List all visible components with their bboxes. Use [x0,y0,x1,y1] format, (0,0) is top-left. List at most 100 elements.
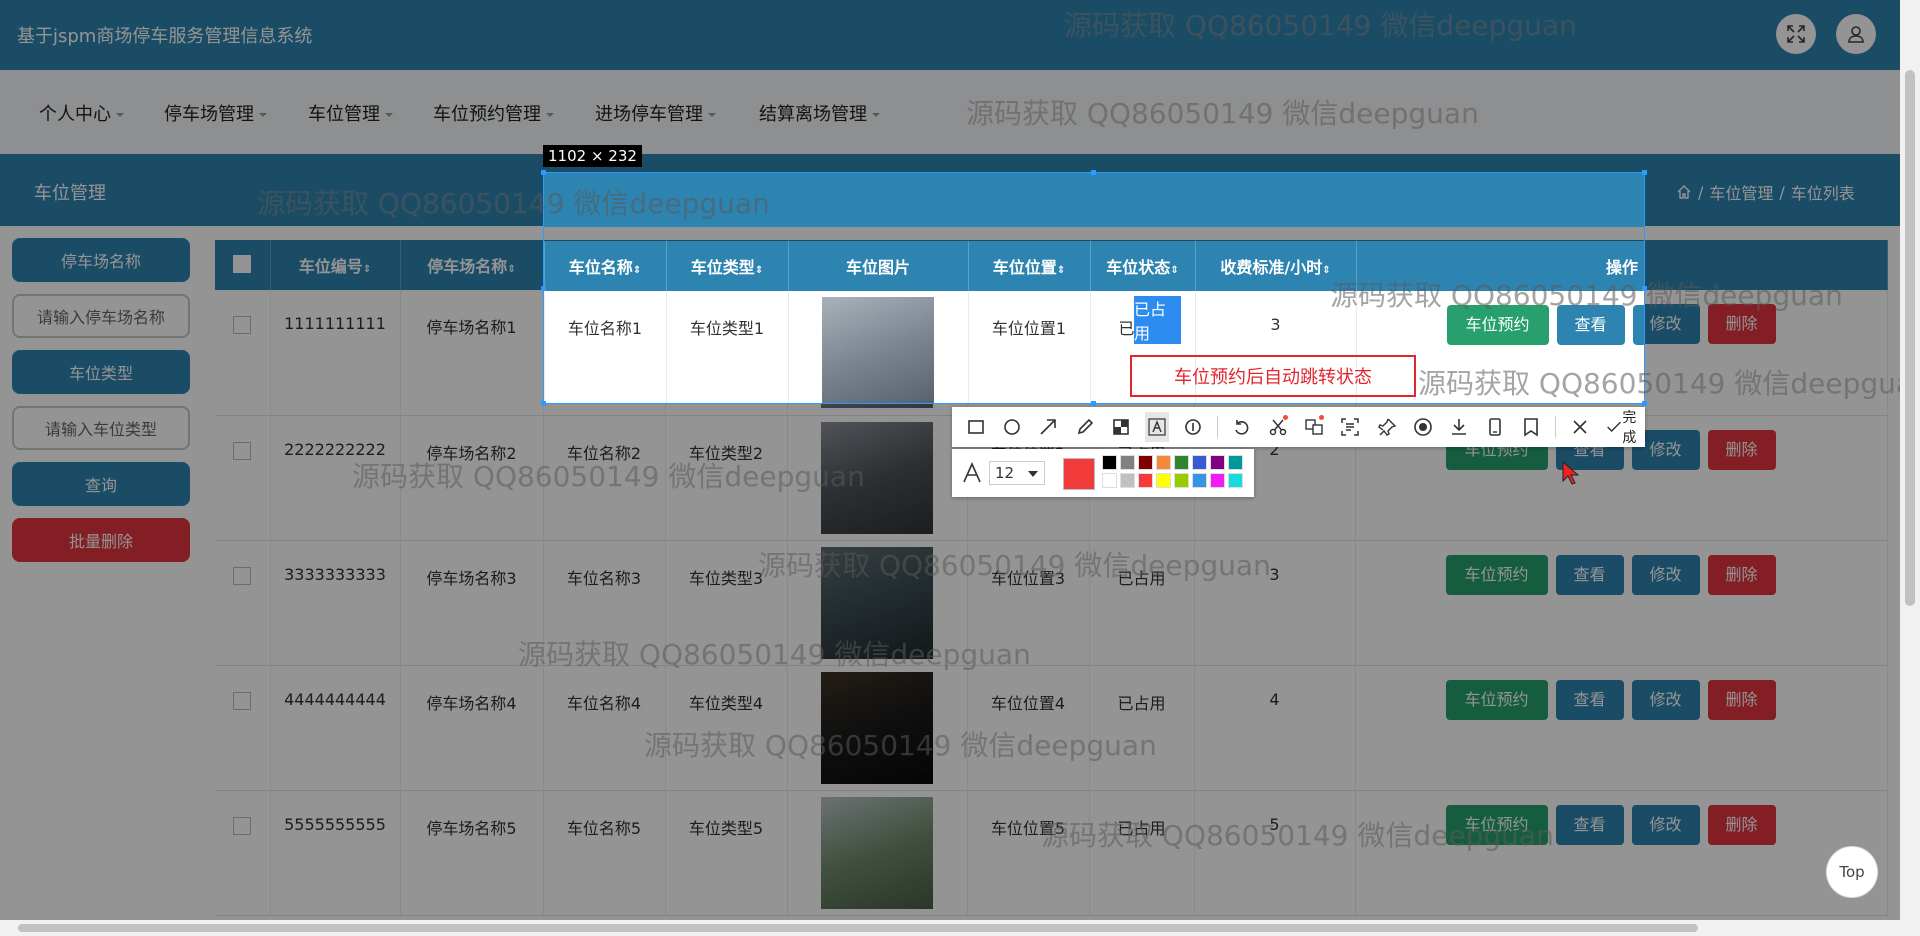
edit-button[interactable]: 修改 [1632,305,1644,345]
cut-icon[interactable] [1266,412,1290,442]
batch-delete-button[interactable]: 批量删除 [12,518,190,562]
resize-handle[interactable] [1091,170,1096,175]
ocr-icon[interactable] [1338,412,1362,442]
parking-lot-input[interactable]: 请输入停车场名称 [12,294,190,338]
resize-handle[interactable] [541,401,546,406]
row-checkbox[interactable] [233,316,252,334]
record-icon[interactable] [1411,412,1435,442]
delete-button[interactable]: 删除 [1707,679,1776,720]
vertical-scrollbar[interactable] [1900,0,1920,920]
circle-icon[interactable] [1000,412,1024,442]
color-swatch[interactable] [1102,455,1117,470]
fullscreen-icon[interactable] [1776,14,1816,54]
delete-button[interactable]: 删除 [1707,804,1776,845]
close-icon[interactable] [1568,412,1592,442]
color-swatch[interactable] [1228,473,1243,488]
scrollbar-thumb[interactable] [1905,70,1915,606]
edit-button[interactable]: 修改 [1631,804,1700,845]
col-space-type[interactable]: 车位类型⇕ [666,241,789,291]
current-color-swatch[interactable] [1063,458,1095,490]
back-to-top-button[interactable]: Top [1826,846,1878,898]
reserve-button[interactable]: 车位预约 [1446,305,1549,345]
horizontal-scrollbar[interactable] [0,920,1920,936]
breadcrumb-item[interactable]: 车位管理 [1709,180,1773,204]
select-all-checkbox[interactable] [233,255,252,273]
text-icon[interactable] [1144,412,1169,442]
home-icon[interactable] [1676,184,1692,200]
color-swatch[interactable] [1138,473,1153,488]
row-checkbox[interactable] [233,816,252,835]
bookmark-icon[interactable] [1519,412,1543,442]
space-photo[interactable] [821,796,933,909]
resize-handle[interactable] [1091,401,1096,406]
col-space-status[interactable]: 车位状态⇕ [1090,241,1196,291]
color-swatch[interactable] [1120,455,1135,470]
scrollbar-thumb[interactable] [18,924,1698,932]
color-swatch[interactable] [1210,473,1225,488]
pencil-icon[interactable] [1072,412,1096,442]
nav-personal-center[interactable]: 个人中心 [39,100,124,126]
row-checkbox[interactable] [233,691,252,710]
translate-icon[interactable] [1302,412,1326,442]
delete-button[interactable]: 删除 [1707,304,1776,344]
edit-button[interactable]: 修改 [1631,679,1700,720]
edit-button[interactable]: 修改 [1631,554,1700,595]
color-swatch[interactable] [1156,455,1171,470]
delete-button[interactable]: 删除 [1707,429,1776,470]
col-space-name[interactable]: 车位名称⇕ [544,241,667,291]
user-avatar-icon[interactable] [1836,14,1876,54]
nav-checkout-management[interactable]: 结算离场管理 [759,100,880,126]
screenshot-selection[interactable]: 基于jspm商场停车服务管理信息系统 个人中心 停车场管理 车位管理 车位预约管… [543,172,1645,404]
color-swatch[interactable] [1174,473,1189,488]
resize-handle[interactable] [1642,170,1647,175]
resize-handle[interactable] [1642,401,1647,406]
pin-icon[interactable] [1375,412,1399,442]
undo-icon[interactable] [1230,412,1254,442]
nav-space-management[interactable]: 车位管理 [308,100,393,126]
color-swatch[interactable] [1174,455,1189,470]
view-button[interactable]: 查看 [1555,679,1624,720]
color-swatch[interactable] [1192,473,1207,488]
view-button[interactable]: 查看 [1555,554,1624,595]
color-swatch[interactable] [1102,473,1117,488]
nav-reservation-management[interactable]: 车位预约管理 [433,100,554,126]
nav-parking-lot-management[interactable]: 停车场管理 [164,100,267,126]
color-swatch[interactable] [1138,455,1153,470]
view-button[interactable]: 查看 [1556,305,1625,345]
col-code[interactable]: 车位编号⇕ [270,240,401,290]
phone-icon[interactable] [1483,412,1507,442]
row-checkbox[interactable] [233,566,252,585]
resize-handle[interactable] [541,170,546,175]
color-swatch[interactable] [1156,473,1171,488]
text-annotation[interactable]: 车位预约后自动跳转状态 [1130,355,1416,397]
download-icon[interactable] [1447,412,1471,442]
view-button[interactable]: 查看 [1555,804,1624,845]
resize-handle[interactable] [541,286,546,291]
col-fee[interactable]: 收费标准/小时⇕ [1195,241,1357,291]
reserve-button[interactable]: 车位预约 [1445,554,1548,595]
status-highlight-annotation[interactable]: 已占用 [1134,296,1181,344]
rectangle-icon[interactable] [964,412,988,442]
color-swatch[interactable] [1228,455,1243,470]
nav-entry-management[interactable]: 进场停车管理 [595,100,716,126]
reserve-button[interactable]: 车位预约 [1445,804,1548,845]
done-button[interactable]: 完成 [1606,407,1645,447]
resize-handle[interactable] [1642,286,1647,291]
color-swatch[interactable] [1192,455,1207,470]
col-space-position[interactable]: 车位位置⇕ [968,241,1091,291]
mosaic-icon[interactable] [1109,412,1133,442]
col-parking-lot[interactable]: 停车场名称⇕ [400,240,544,290]
color-swatch[interactable] [1120,473,1135,488]
color-swatch[interactable] [1210,455,1225,470]
space-photo[interactable] [821,546,933,659]
arrow-icon[interactable] [1036,412,1060,442]
space-photo[interactable] [821,671,933,784]
row-checkbox[interactable] [233,441,252,460]
serial-number-icon[interactable] [1181,412,1205,442]
query-button[interactable]: 查询 [12,462,190,506]
space-type-input[interactable]: 请输入车位类型 [12,406,190,450]
font-size-select[interactable]: 12 [989,461,1045,485]
reserve-button[interactable]: 车位预约 [1445,679,1548,720]
space-photo[interactable] [821,421,933,534]
delete-button[interactable]: 删除 [1707,554,1776,595]
